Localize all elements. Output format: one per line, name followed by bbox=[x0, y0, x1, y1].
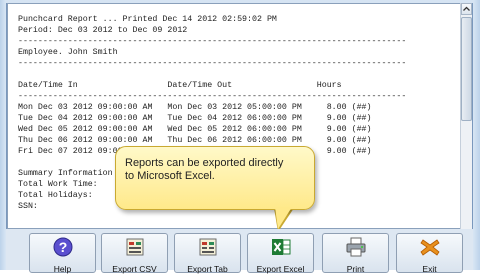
vertical-scrollbar[interactable] bbox=[460, 3, 472, 229]
tooltip-callout: Reports can be exported directly to Micr… bbox=[115, 146, 315, 210]
help-icon: ? bbox=[53, 237, 72, 257]
exit-icon bbox=[419, 239, 440, 256]
print-button[interactable]: Print bbox=[322, 233, 389, 274]
exit-button[interactable]: Exit bbox=[396, 233, 463, 274]
separator-line: ----------------------------------------… bbox=[18, 59, 407, 68]
export-tab-button-label: Export Tab bbox=[187, 264, 228, 274]
chevron-up-icon bbox=[463, 6, 470, 11]
callout-text-line-2: to Microsoft Excel. bbox=[125, 170, 215, 182]
exit-button-label: Exit bbox=[422, 264, 437, 274]
export-excel-button-label: Export Excel bbox=[256, 264, 305, 274]
callout-pointer bbox=[275, 207, 292, 229]
printer-icon bbox=[346, 237, 365, 257]
help-button[interactable]: ? Help bbox=[29, 233, 96, 274]
punch-row: Mon Dec 03 2012 09:00:00 AM Mon Dec 03 2… bbox=[18, 103, 372, 112]
export-tab-icon bbox=[199, 238, 216, 256]
window-frame-right bbox=[472, 0, 480, 270]
excel-icon bbox=[271, 239, 290, 255]
help-button-label: Help bbox=[53, 264, 72, 274]
export-csv-button[interactable]: Export CSV bbox=[101, 233, 168, 274]
report-period-line: Period: Dec 03 2012 to Dec 09 2012 bbox=[18, 26, 188, 35]
svg-text:?: ? bbox=[58, 239, 67, 255]
separator-line: ----------------------------------------… bbox=[18, 37, 407, 46]
export-excel-button[interactable]: Export Excel bbox=[247, 233, 314, 274]
bottom-toolbar: ? Help Export CSV Export Tab Export Exce… bbox=[6, 229, 473, 274]
scroll-up-button[interactable] bbox=[461, 3, 472, 15]
callout-text-line-1: Reports can be exported directly bbox=[125, 157, 284, 169]
employee-line: Employee. John Smith bbox=[18, 48, 118, 57]
print-button-label: Print bbox=[346, 264, 365, 274]
separator-line: ----------------------------------------… bbox=[18, 92, 407, 101]
export-csv-button-label: Export CSV bbox=[112, 264, 157, 274]
export-csv-icon bbox=[126, 238, 143, 256]
punch-row: Wed Dec 05 2012 09:00:00 AM Wed Dec 05 2… bbox=[18, 125, 372, 134]
punch-row: Tue Dec 04 2012 09:00:00 AM Tue Dec 04 2… bbox=[18, 114, 372, 123]
punch-row: Thu Dec 06 2012 09:00:00 AM Thu Dec 06 2… bbox=[18, 136, 372, 145]
report-title-line: Punchcard Report ... Printed Dec 14 2012… bbox=[18, 15, 277, 24]
export-tab-button[interactable]: Export Tab bbox=[174, 233, 241, 274]
scrollbar-thumb[interactable] bbox=[461, 17, 472, 121]
column-header-line: Date/Time In Date/Time Out Hours bbox=[18, 81, 342, 90]
